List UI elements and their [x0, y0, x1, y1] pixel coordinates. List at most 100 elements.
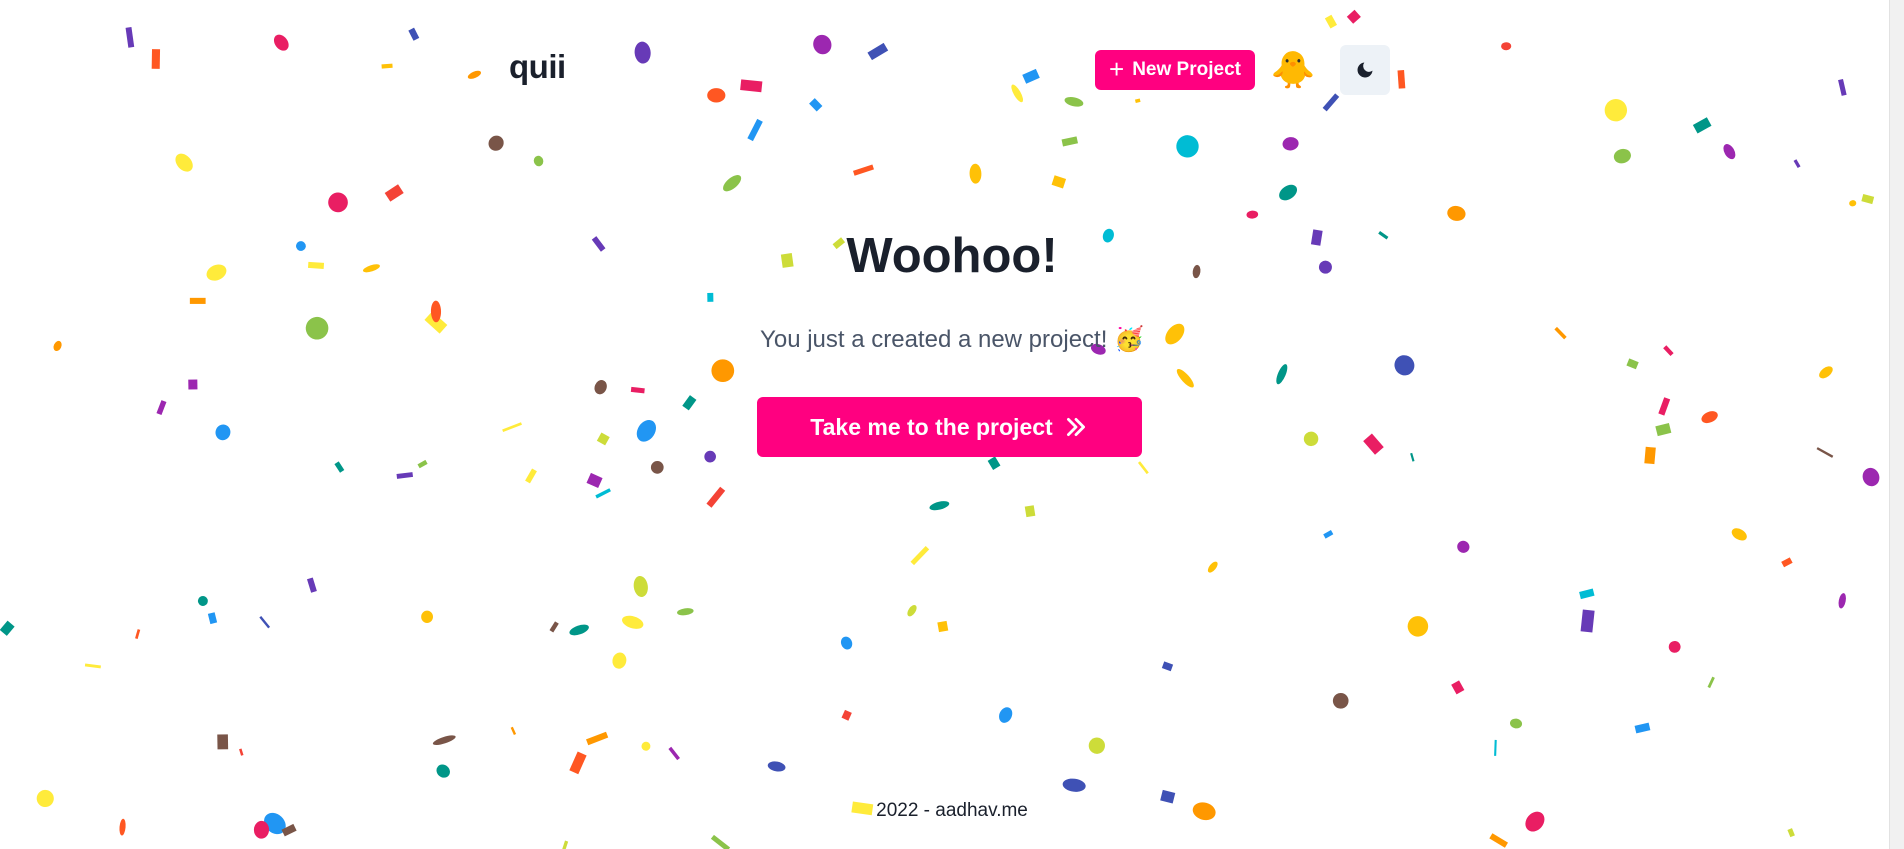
confetti-piece: [1838, 593, 1846, 609]
confetti-piece: [1176, 368, 1194, 388]
confetti-piece: [630, 386, 645, 394]
confetti-piece: [84, 663, 101, 669]
confetti-piece: [1024, 505, 1036, 518]
confetti-piece: [421, 610, 434, 624]
confetti-piece: [650, 460, 664, 474]
logo[interactable]: quii: [509, 48, 566, 86]
confetti-piece: [135, 629, 141, 639]
confetti-piece: [1861, 194, 1875, 205]
confetti-piece: [1781, 557, 1793, 568]
go-to-project-button[interactable]: Take me to the project: [757, 397, 1142, 457]
confetti-piece: [569, 624, 589, 636]
confetti-piece: [594, 380, 607, 395]
confetti-piece: [682, 395, 697, 411]
confetti-piece: [328, 192, 348, 213]
confetti-piece: [1407, 616, 1429, 637]
new-project-button[interactable]: + New Project: [1095, 50, 1255, 90]
confetti-piece: [910, 545, 930, 566]
confetti-piece: [417, 459, 428, 469]
confetti-piece: [156, 400, 167, 416]
confetti-piece: [1819, 366, 1833, 379]
confetti-piece: [1816, 447, 1834, 458]
confetti-piece: [188, 379, 198, 390]
double-chevron-right-icon: [1066, 418, 1085, 436]
success-message: You just a created a new project! 🥳: [760, 326, 1144, 353]
confetti-piece: [1723, 144, 1736, 160]
confetti-piece: [1580, 609, 1595, 633]
confetti-piece: [929, 501, 950, 511]
confetti-piece: [1246, 210, 1259, 219]
confetti-piece: [1862, 467, 1880, 487]
confetti-piece: [1489, 833, 1509, 848]
confetti-piece: [969, 163, 982, 184]
confetti-piece: [1655, 422, 1672, 437]
confetti-piece: [0, 620, 15, 636]
confetti-piece: [436, 764, 450, 778]
confetti-piece: [1494, 739, 1497, 756]
confetti-piece: [1332, 692, 1349, 709]
confetti-piece: [1062, 778, 1086, 792]
confetti-piece: [1303, 431, 1319, 447]
confetti-piece: [569, 751, 587, 775]
confetti-piece: [1394, 355, 1415, 376]
confetti-piece: [999, 707, 1013, 723]
confetti-piece: [1137, 461, 1149, 475]
confetti-piece: [1849, 200, 1857, 207]
confetti-piece: [259, 615, 271, 629]
confetti-piece: [841, 709, 852, 721]
confetti-piece: [1626, 358, 1639, 370]
confetti-piece: [1658, 397, 1671, 416]
confetti-piece: [987, 456, 1001, 470]
confetti-piece: [1088, 737, 1105, 754]
confetti-piece: [175, 153, 193, 172]
avatar[interactable]: 🐥: [1270, 47, 1316, 93]
confetti-piece: [907, 605, 917, 617]
confetti-piece: [1363, 433, 1384, 455]
confetti-piece: [723, 175, 742, 192]
confetti-piece: [561, 840, 569, 849]
confetti-piece: [1707, 676, 1715, 689]
confetti-piece: [1731, 528, 1747, 541]
page-title: Woohoo!: [846, 229, 1058, 283]
confetti-piece: [1276, 364, 1288, 385]
confetti-piece: [207, 612, 218, 625]
confetti-piece: [633, 575, 648, 598]
confetti-piece: [595, 488, 611, 499]
confetti-piece: [510, 726, 517, 736]
header: quii + New Project 🐥: [0, 0, 1904, 140]
confetti-piece: [384, 184, 404, 202]
confetti-piece: [707, 292, 714, 302]
confetti-piece: [1051, 175, 1067, 189]
confetti-piece: [937, 620, 949, 633]
confetti-piece: [710, 834, 731, 849]
confetti-piece: [711, 359, 735, 383]
confetti-piece: [677, 608, 694, 616]
confetti-piece: [239, 748, 244, 756]
confetti-piece: [706, 486, 726, 508]
confetti-piece: [852, 164, 874, 176]
confetti-piece: [612, 652, 627, 669]
scrollbar[interactable]: [1889, 0, 1904, 849]
confetti-piece: [215, 424, 231, 441]
confetti-piece: [549, 621, 559, 633]
confetti-piece: [586, 472, 603, 489]
confetti-piece: [596, 432, 610, 446]
confetti-piece: [622, 615, 644, 629]
confetti-piece: [668, 746, 680, 761]
confetti-piece: [1447, 205, 1466, 221]
theme-toggle-button[interactable]: [1340, 45, 1390, 95]
confetti-piece: [306, 577, 317, 593]
confetti-piece: [1509, 718, 1523, 729]
confetti-piece: [641, 741, 651, 751]
confetti-piece: [197, 596, 208, 606]
confetti-piece: [189, 297, 206, 304]
confetti-piece: [1644, 446, 1656, 465]
confetti-piece: [1634, 722, 1651, 734]
confetti-piece: [1161, 661, 1174, 672]
confetti-piece: [1279, 184, 1298, 201]
confetti-piece: [396, 472, 414, 479]
confetti-piece: [334, 461, 345, 473]
confetti-piece: [1668, 640, 1681, 653]
confetti-piece: [1457, 540, 1470, 553]
plus-icon: +: [1109, 54, 1125, 84]
